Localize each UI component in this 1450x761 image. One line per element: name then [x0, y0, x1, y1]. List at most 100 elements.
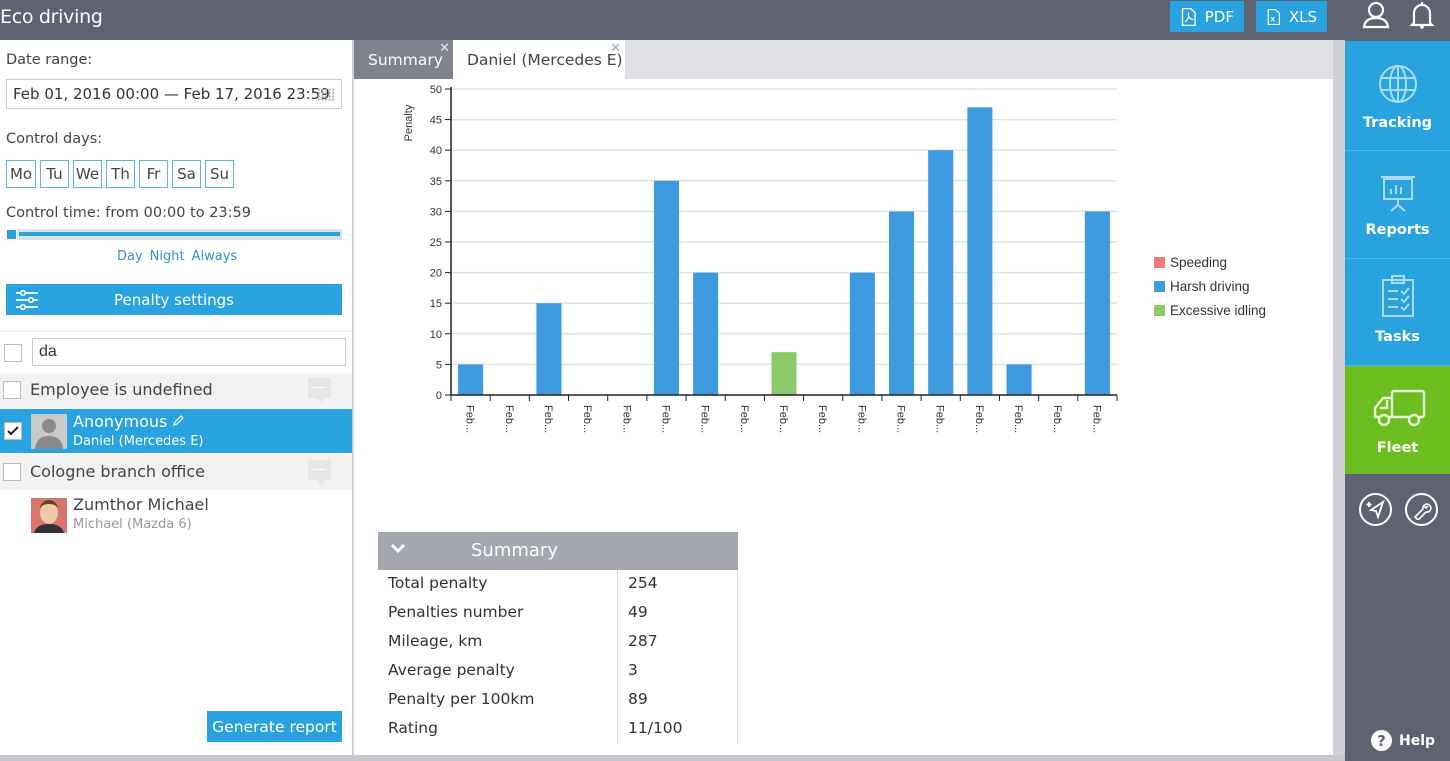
legend-swatch	[1154, 281, 1165, 292]
day-tuesday[interactable]: Tu	[40, 160, 69, 188]
tab-daniel-mercedes[interactable]: Daniel (Mercedes E) ✕	[453, 40, 625, 79]
summary-key: Average penalty	[388, 661, 515, 679]
penalty-settings-label: Penalty settings	[114, 290, 234, 309]
penalty-settings-button[interactable]: Penalty settings	[6, 284, 342, 315]
summary-row: Penalties number 49	[378, 599, 738, 628]
day-wednesday[interactable]: We	[73, 160, 102, 188]
nav-tasks[interactable]: Tasks	[1345, 259, 1450, 366]
eco-driving-app: Eco driving PDF x XLS Date range: Feb 01…	[0, 0, 1450, 761]
slider-handle[interactable]	[6, 229, 17, 240]
edit-pencil-icon[interactable]	[172, 414, 185, 427]
x-tick-label: Feb...	[659, 405, 671, 433]
summary-row: Average penalty 3	[378, 657, 738, 686]
legend-swatch	[1154, 257, 1165, 268]
day-monday[interactable]: Mo	[6, 160, 36, 188]
pdf-file-icon	[1181, 7, 1196, 26]
group-checkbox[interactable]	[3, 463, 21, 481]
summary-value: 49	[628, 603, 648, 621]
x-tick-label: Feb...	[503, 405, 515, 433]
page-title: Eco driving	[0, 6, 103, 28]
x-tick-label: Feb...	[855, 405, 867, 433]
group-checkbox[interactable]	[3, 381, 21, 399]
report-content: Summary ✕ Daniel (Mercedes E) ✕ 0 5 10 15 20…	[354, 40, 1333, 755]
x-tick-label: Feb...	[1090, 405, 1102, 433]
horizontal-scrollbar[interactable]	[0, 755, 1345, 761]
bar-harsh-driving	[653, 180, 680, 395]
group-label: Cologne branch office	[30, 462, 206, 481]
notification-bell-icon[interactable]	[1409, 0, 1435, 30]
day-saturday[interactable]: Sa	[172, 160, 201, 188]
help-button[interactable]: ? Help	[1371, 730, 1435, 751]
tab-summary[interactable]: Summary ✕	[354, 40, 453, 79]
summary-value: 89	[628, 690, 648, 708]
nav-tracking[interactable]: Tracking	[1345, 41, 1450, 151]
group-row[interactable]: Employee is undefined	[0, 373, 352, 408]
day-friday[interactable]: Fr	[139, 160, 168, 188]
control-days-label: Control days:	[6, 131, 103, 147]
control-time-slider[interactable]	[6, 229, 342, 240]
employee-name: Zumthor Michael	[73, 495, 209, 514]
user-profile-icon[interactable]	[1361, 0, 1391, 30]
generate-report-button[interactable]: Generate report	[207, 711, 342, 742]
export-xls-button[interactable]: x XLS	[1256, 1, 1327, 32]
x-tick-label: Feb...	[816, 405, 828, 433]
employee-checkbox[interactable]	[4, 422, 22, 440]
bar-harsh-driving	[1084, 211, 1110, 395]
employee-name: Anonymous	[73, 412, 185, 431]
summary-header[interactable]: Summary	[378, 532, 738, 570]
comment-icon[interactable]	[308, 378, 331, 403]
pdf-label: PDF	[1204, 7, 1234, 26]
summary-value: 11/100	[628, 719, 683, 737]
y-tick-label: 20	[430, 268, 442, 280]
select-all-checkbox[interactable]	[4, 344, 22, 362]
unit-search-input[interactable]	[32, 338, 346, 366]
summary-row: Penalty per 100km 89	[378, 686, 738, 715]
legend-swatch	[1154, 305, 1165, 316]
nav-reports[interactable]: Reports	[1345, 151, 1450, 259]
right-navigation: Tracking Reports Tasks Fleet ? Help	[1345, 0, 1450, 761]
close-icon[interactable]: ✕	[610, 41, 621, 56]
sliders-icon	[16, 290, 38, 310]
day-sunday[interactable]: Su	[205, 160, 234, 188]
summary-table: Summary Total penalty 254 Penalties numbe…	[378, 532, 738, 744]
x-tick-label: Feb...	[895, 405, 907, 433]
nav-label: Tracking	[1362, 115, 1433, 131]
x-tick-label: Feb...	[464, 405, 476, 433]
comment-icon[interactable]	[308, 460, 331, 485]
export-pdf-button[interactable]: PDF	[1170, 1, 1244, 32]
avatar	[31, 414, 67, 449]
summary-key: Rating	[388, 719, 438, 737]
slider-track	[19, 232, 340, 236]
summary-key: Mileage, km	[388, 632, 483, 650]
bar-harsh-driving	[928, 150, 954, 395]
summary-value: 3	[628, 661, 638, 679]
add-geofence-button[interactable]	[1359, 493, 1392, 526]
date-range-input[interactable]: Feb 01, 2016 00:00 — Feb 17, 2016 23:59	[6, 79, 342, 109]
nav-label: Reports	[1365, 222, 1430, 238]
day-thursday[interactable]: Th	[106, 160, 135, 188]
top-bar: Eco driving PDF x XLS	[0, 0, 1345, 40]
group-row[interactable]: Cologne branch office	[0, 455, 352, 490]
employee-vehicle: Daniel (Mercedes E)	[73, 434, 204, 449]
wrench-icon	[1413, 502, 1432, 520]
summary-key: Penalties number	[388, 603, 524, 621]
employee-row[interactable]: Anonymous Daniel (Mercedes E)	[0, 409, 352, 453]
bar-harsh-driving	[1006, 364, 1032, 395]
globe-icon	[1379, 65, 1417, 103]
settings-wrench-button[interactable]	[1405, 493, 1438, 526]
summary-row: Total penalty 254	[378, 570, 738, 599]
close-icon[interactable]: ✕	[439, 41, 450, 56]
penalty-chart: 0 5 10 15 20 25 30 35 40 45 50 Feb... Feb... Feb... Fe…	[354, 79, 1333, 545]
employee-row[interactable]: Zumthor Michael Michael (Mazda 6)	[0, 492, 352, 536]
divider	[0, 330, 352, 332]
preset-night[interactable]: Night	[150, 249, 185, 264]
preset-always[interactable]: Always	[192, 249, 238, 264]
x-tick-label: Feb...	[1012, 405, 1024, 433]
y-tick-label: 45	[430, 115, 442, 127]
calendar-icon[interactable]	[317, 88, 335, 101]
preset-day[interactable]: Day	[117, 249, 143, 264]
nav-fleet[interactable]: Fleet	[1345, 366, 1450, 474]
summary-row: Mileage, km 287	[378, 628, 738, 657]
scrollbar[interactable]	[1333, 40, 1345, 761]
help-label: Help	[1399, 732, 1436, 749]
